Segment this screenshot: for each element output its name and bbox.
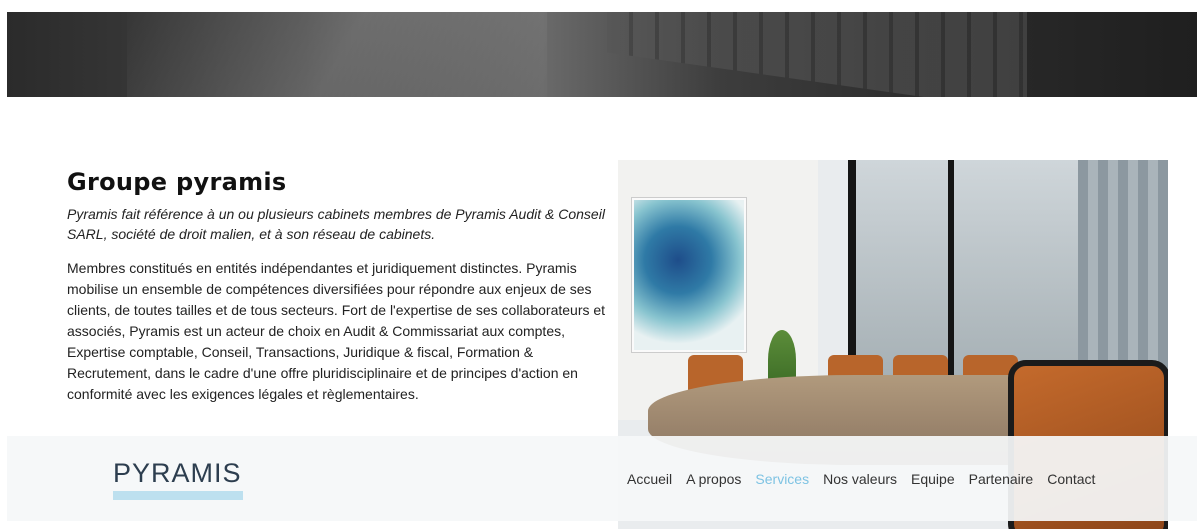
hero-laptop-image [607, 12, 1027, 97]
hero-light-effect [127, 12, 547, 97]
nav-item-contact[interactable]: Contact [1047, 471, 1095, 487]
nav-item-services[interactable]: Services [755, 471, 809, 487]
photo-artwork [632, 198, 746, 352]
main-navbar: PYRAMIS Accueil A propos Services Nos va… [7, 436, 1197, 521]
nav-item-equipe[interactable]: Equipe [911, 471, 955, 487]
logo-underline [113, 491, 243, 500]
section-lead: Pyramis fait référence à un ou plusieurs… [67, 206, 605, 242]
nav-item-a-propos[interactable]: A propos [686, 471, 741, 487]
nav-item-nos-valeurs[interactable]: Nos valeurs [823, 471, 897, 487]
section-title: Groupe pyramis [67, 168, 287, 196]
section-body: Membres constitués en entités indépendan… [67, 260, 606, 402]
about-section: Groupe pyramis Pyramis fait référence à … [67, 168, 607, 405]
hero-banner-image [7, 12, 1197, 97]
nav-menu: Accueil A propos Services Nos valeurs Eq… [627, 471, 1109, 487]
nav-item-accueil[interactable]: Accueil [627, 471, 672, 487]
site-logo[interactable]: PYRAMIS [113, 458, 242, 489]
nav-item-partenaire[interactable]: Partenaire [969, 471, 1034, 487]
